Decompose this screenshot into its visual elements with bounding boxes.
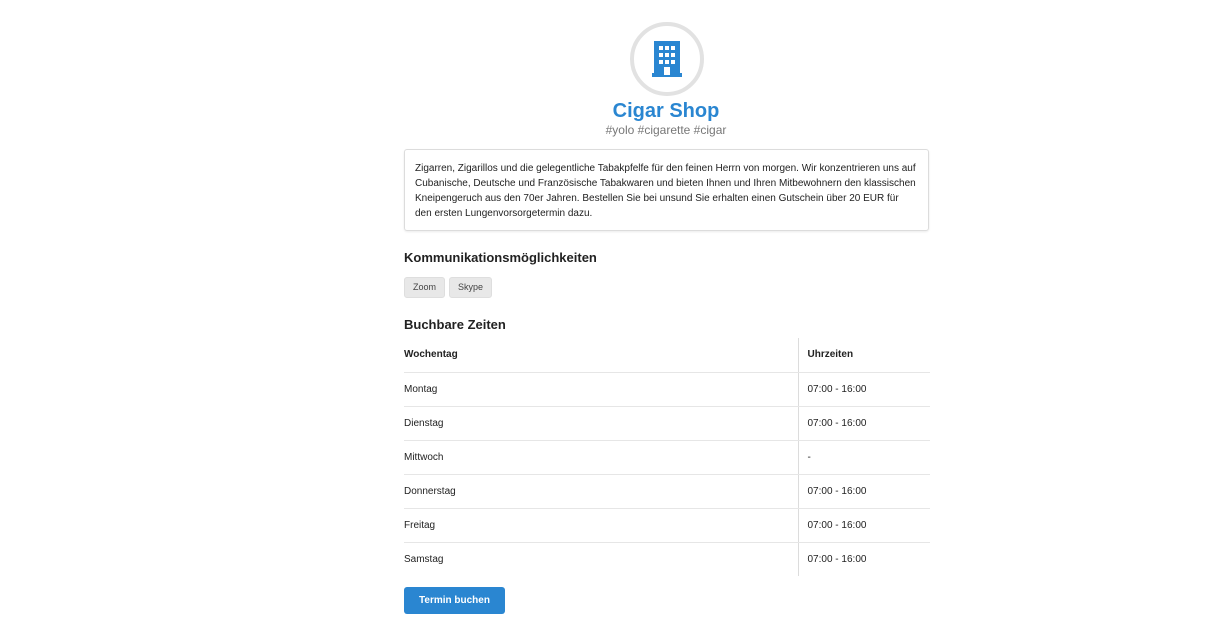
communication-chip-skype[interactable]: Skype — [449, 277, 493, 298]
building-icon — [652, 41, 682, 77]
weekday-cell: Samstag — [404, 553, 444, 565]
shop-avatar — [630, 22, 704, 96]
communication-options: Zoom Skype — [404, 277, 493, 298]
communication-heading: Kommunikationsmöglichkeiten — [404, 250, 597, 265]
weekday-cell: Montag — [404, 372, 798, 407]
shop-profile-page: Cigar Shop #yolo #cigarette #cigar Zigar… — [0, 0, 1206, 621]
table-header-row: Wochentag Uhrzeiten — [404, 338, 930, 373]
table-row: Donnerstag 07:00 - 16:00 — [404, 474, 930, 509]
book-appointment-button[interactable]: Termin buchen — [404, 587, 505, 614]
table-row: Dienstag 07:00 - 16:00 — [404, 406, 930, 441]
table-row: Montag 07:00 - 16:00 — [404, 372, 930, 407]
shop-name: Cigar Shop — [612, 100, 720, 122]
hours-cell: 07:00 - 16:00 — [797, 542, 930, 576]
communication-chip-zoom[interactable]: Zoom — [404, 277, 446, 298]
shop-tags: #yolo #cigarette #cigar — [605, 123, 727, 137]
bookable-times-table: Wochentag Uhrzeiten Montag 07:00 - 16:00… — [404, 338, 930, 576]
column-header-hours: Uhrzeiten — [797, 338, 930, 373]
hours-cell: 07:00 - 16:00 — [797, 406, 930, 441]
table-row: Freitag 07:00 - 16:00 — [404, 508, 930, 543]
hours-cell: 07:00 - 16:00 — [797, 372, 930, 407]
weekday-cell: Donnerstag — [404, 474, 798, 509]
weekday-cell: Dienstag — [404, 406, 798, 441]
shop-description: Zigarren, Zigarillos und die gelegentlic… — [404, 149, 929, 231]
weekday-cell: Freitag — [404, 508, 798, 543]
column-header-weekday: Wochentag — [404, 338, 798, 373]
hours-cell: - — [797, 440, 930, 475]
table-row: Mittwoch - — [404, 440, 930, 475]
bookable-times-heading: Buchbare Zeiten — [404, 317, 506, 332]
hours-cell: 07:00 - 16:00 — [797, 474, 930, 509]
weekday-cell: Mittwoch — [404, 440, 798, 475]
table-row: Samstag 07:00 - 16:00 — [404, 542, 930, 576]
hours-cell: 07:00 - 16:00 — [797, 508, 930, 543]
